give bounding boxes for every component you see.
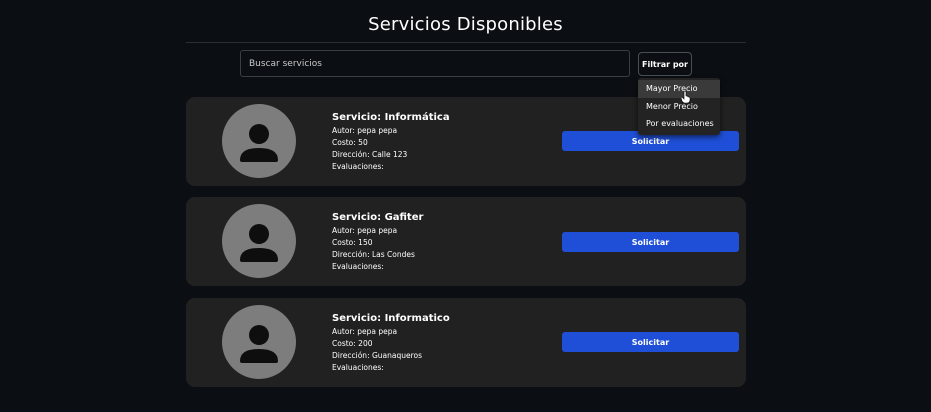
service-info: Servicio: Gafiter Autor: pepa pepa Costo…: [332, 211, 423, 273]
service-address: Dirección: Las Condes: [332, 250, 415, 259]
search-input[interactable]: [240, 50, 630, 77]
service-title: Servicio: Informática: [332, 112, 450, 123]
service-info: Servicio: Informatico Autor: pepa pepa C…: [332, 312, 450, 374]
service-address: Dirección: Calle 123: [332, 150, 408, 159]
service-info: Servicio: Informática Autor: pepa pepa C…: [332, 111, 450, 173]
service-title: Servicio: Informatico: [332, 313, 450, 324]
filter-button[interactable]: Filtrar por: [638, 52, 692, 76]
user-placeholder-icon: [222, 104, 296, 178]
service-author: Autor: pepa pepa: [332, 226, 398, 235]
dropdown-item-menor-precio[interactable]: Menor Precio: [638, 98, 720, 116]
hand-pointer-icon: [681, 91, 691, 103]
page-title: Servicios Disponibles: [368, 14, 563, 35]
service-ratings: Evaluaciones:: [332, 162, 384, 171]
service-ratings: Evaluaciones:: [332, 363, 384, 372]
service-ratings: Evaluaciones:: [332, 262, 384, 271]
request-button[interactable]: Solicitar: [562, 232, 739, 252]
user-placeholder-icon: [222, 305, 296, 379]
service-author: Autor: pepa pepa: [332, 126, 398, 135]
service-card: Servicio: Informatico Autor: pepa pepa C…: [186, 298, 746, 387]
filter-dropdown-menu: Mayor Precio Menor Precio Por evaluacion…: [638, 78, 720, 135]
service-author: Autor: pepa pepa: [332, 327, 398, 336]
service-address: Dirección: Guanaqueros: [332, 351, 423, 360]
service-card: Servicio: Gafiter Autor: pepa pepa Costo…: [186, 197, 746, 286]
service-cost: Costo: 50: [332, 138, 368, 147]
service-cost: Costo: 200: [332, 339, 373, 348]
dropdown-item-por-evaluaciones[interactable]: Por evaluaciones: [638, 115, 720, 133]
request-button[interactable]: Solicitar: [562, 332, 739, 352]
dropdown-item-mayor-precio[interactable]: Mayor Precio: [638, 80, 720, 98]
service-cost: Costo: 150: [332, 238, 373, 247]
user-placeholder-icon: [222, 204, 296, 278]
title-divider: [186, 42, 746, 43]
service-title: Servicio: Gafiter: [332, 212, 424, 223]
